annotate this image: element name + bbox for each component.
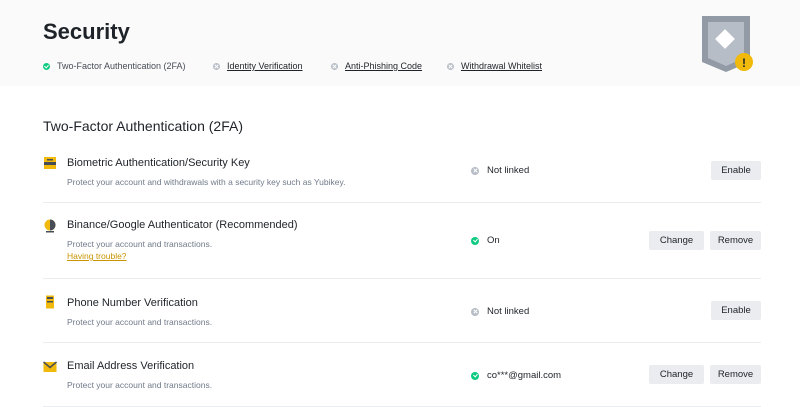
- cross-icon: [331, 62, 338, 70]
- cross-icon: [471, 166, 479, 175]
- row-title: Binance/Google Authenticator (Recommende…: [67, 219, 298, 231]
- row-email-verification: Email Address Verification Protect your …: [43, 343, 761, 407]
- security-shield-icon: !: [702, 16, 753, 72]
- status-not-linked: Not linked: [471, 165, 529, 176]
- status-not-linked: Not linked: [471, 306, 529, 317]
- status-on: On: [471, 235, 500, 246]
- cross-icon: [213, 62, 220, 70]
- page-title: Security: [43, 19, 130, 44]
- authenticator-icon: [44, 219, 56, 233]
- row-title: Email Address Verification: [67, 360, 195, 372]
- section-title-2fa: Two-Factor Authentication (2FA): [43, 118, 243, 134]
- check-icon: [43, 62, 50, 70]
- row-title: Biometric Authentication/Security Key: [67, 157, 250, 169]
- cross-icon: [447, 62, 454, 70]
- email-icon: [43, 361, 57, 372]
- security-key-icon: [44, 157, 56, 169]
- remove-authenticator-button[interactable]: Remove: [710, 231, 761, 250]
- check-icon: [471, 236, 479, 245]
- status-withdrawal-whitelist[interactable]: Withdrawal Whitelist: [447, 59, 542, 73]
- change-email-button[interactable]: Change: [649, 365, 704, 384]
- status-anti-phishing-code[interactable]: Anti-Phishing Code: [331, 59, 422, 73]
- remove-email-button[interactable]: Remove: [710, 365, 761, 384]
- row-description: Protect your account and withdrawals wit…: [67, 177, 346, 187]
- warning-badge: !: [742, 56, 746, 70]
- check-icon: [471, 371, 479, 380]
- change-authenticator-button[interactable]: Change: [649, 231, 704, 250]
- row-phone-verification: Phone Number Verification Protect your a…: [43, 279, 761, 343]
- status-2fa: Two-Factor Authentication (2FA): [43, 59, 186, 73]
- having-trouble-link[interactable]: Having trouble?: [67, 251, 127, 261]
- row-authenticator: Binance/Google Authenticator (Recommende…: [43, 203, 761, 279]
- enable-phone-button[interactable]: Enable: [711, 301, 761, 320]
- cross-icon: [471, 307, 479, 316]
- row-description: Protect your account and transactions.: [67, 317, 213, 327]
- row-description: Protect your account and transactions.: [67, 380, 213, 390]
- row-description: Protect your account and transactions.: [67, 239, 213, 249]
- status-identity-verification[interactable]: Identity Verification: [213, 59, 303, 73]
- security-header: Security Two-Factor Authentication (2FA)…: [0, 0, 800, 86]
- row-security-key: Biometric Authentication/Security Key Pr…: [43, 150, 761, 203]
- enable-security-key-button[interactable]: Enable: [711, 161, 761, 180]
- row-title: Phone Number Verification: [67, 297, 198, 309]
- status-email: co***@gmail.com: [471, 370, 561, 381]
- phone-icon: [46, 295, 54, 309]
